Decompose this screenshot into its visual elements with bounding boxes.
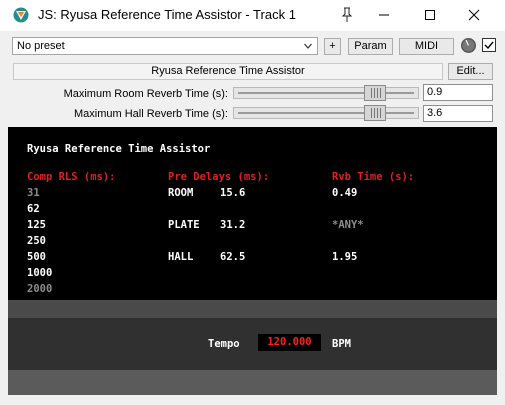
rvb-time-room: 0.49 (332, 187, 358, 199)
comp-value: 250 (27, 235, 46, 247)
maximize-icon[interactable] (416, 5, 444, 25)
tempo-value: 120.000 (258, 334, 321, 351)
checkmark-icon (484, 41, 494, 50)
add-preset-button[interactable]: + (324, 38, 341, 55)
preset-value: No preset (17, 40, 65, 52)
hall-reverb-label: Maximum Hall Reverb Time (s): (73, 108, 228, 120)
pre-delay-plate: 31.2 (220, 219, 246, 231)
pre-delay-hall: 62.5 (220, 251, 246, 263)
comp-rls-header: Comp RLS (ms): (27, 171, 116, 183)
room-reverb-slider[interactable] (233, 85, 419, 101)
comp-value: 2000 (27, 283, 53, 295)
comp-value: 500 (27, 251, 46, 263)
effect-name: Ryusa Reference Time Assistor (13, 63, 443, 80)
display-heading: Ryusa Reference Time Assistor (27, 143, 211, 155)
rvb-time-header: Rvb Time (s): (332, 171, 415, 183)
pre-delay-room: 15.6 (220, 187, 246, 199)
room-reverb-label: Maximum Room Reverb Time (s): (63, 88, 228, 100)
tempo-unit: BPM (332, 338, 351, 350)
comp-value: 31 (27, 187, 40, 199)
window-title: JS: Ryusa Reference Time Assistor - Trac… (38, 7, 296, 22)
minimize-icon[interactable] (370, 5, 398, 25)
tempo-label: Tempo (208, 338, 240, 350)
bypass-checkbox[interactable] (482, 38, 496, 52)
comp-value: 1000 (27, 267, 53, 279)
chevron-down-icon (304, 43, 312, 49)
display-footer (8, 370, 497, 395)
wet-knob-icon[interactable] (460, 37, 477, 54)
hall-reverb-value-field[interactable]: 3.6 (423, 105, 493, 122)
reaper-app-icon (13, 7, 29, 23)
midi-button[interactable]: MIDI (399, 38, 454, 55)
hall-reverb-slider-thumb[interactable] (364, 105, 386, 121)
close-icon[interactable] (460, 5, 488, 25)
reverb-type-plate: PLATE (168, 219, 200, 231)
reverb-type-hall: HALL (168, 251, 194, 263)
hall-reverb-slider[interactable] (233, 105, 419, 121)
preset-dropdown[interactable]: No preset (12, 37, 318, 55)
comp-value: 125 (27, 219, 46, 231)
rvb-time-plate: *ANY* (332, 219, 364, 231)
edit-button[interactable]: Edit... (448, 63, 493, 80)
pre-delays-header: Pre Delays (ms): (168, 171, 270, 183)
param-button[interactable]: Param (348, 38, 393, 55)
room-reverb-slider-thumb[interactable] (364, 85, 386, 101)
room-reverb-value-field[interactable]: 0.9 (423, 84, 493, 101)
pin-icon[interactable] (338, 6, 356, 24)
display-divider (8, 300, 497, 318)
reverb-type-room: ROOM (168, 187, 194, 199)
tempo-panel (8, 318, 497, 370)
comp-value: 62 (27, 203, 40, 215)
rvb-time-hall: 1.95 (332, 251, 358, 263)
